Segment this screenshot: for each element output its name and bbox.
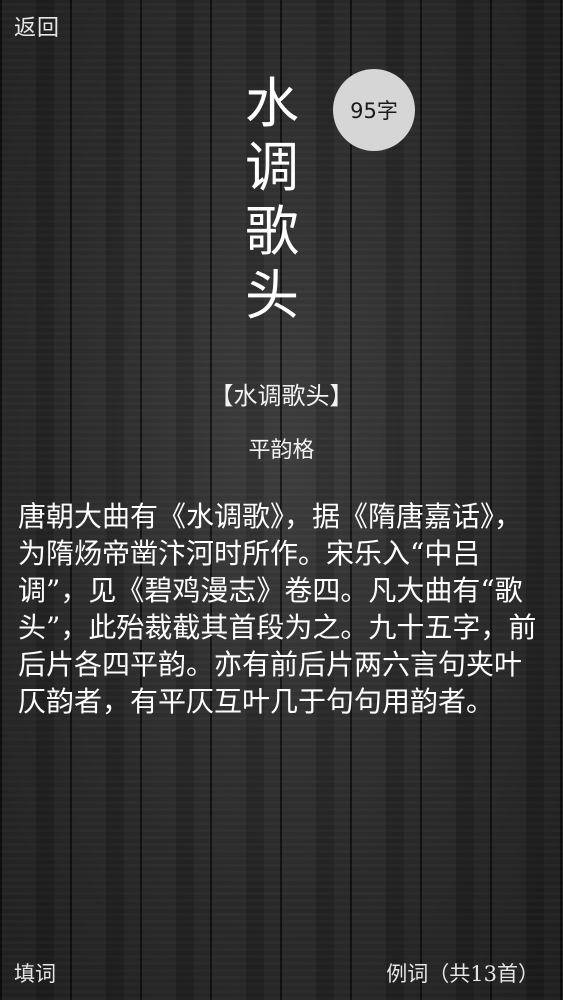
title-char: 水 [245,72,299,135]
examples-button[interactable]: 例词（共13首） [386,958,539,988]
title-char: 调 [245,136,299,199]
fill-words-button[interactable]: 填词 [14,958,56,988]
page-title: 水 调 歌 头 [236,72,308,328]
word-count-label: 95字 [350,99,398,123]
word-count-badge: 95字 [333,69,415,151]
rhyme-type: 平韵格 [248,438,315,463]
tune-subtitle: 【水调歌头】 [209,382,354,410]
title-char: 头 [245,264,299,327]
back-button[interactable]: 返回 [14,10,60,42]
tune-description: 唐朝大曲有《水调歌》，据《隋唐嘉话》，为隋炀帝凿汴河时所作。宋乐入“中吕调”，见… [18,500,537,718]
title-char: 歌 [245,200,299,263]
